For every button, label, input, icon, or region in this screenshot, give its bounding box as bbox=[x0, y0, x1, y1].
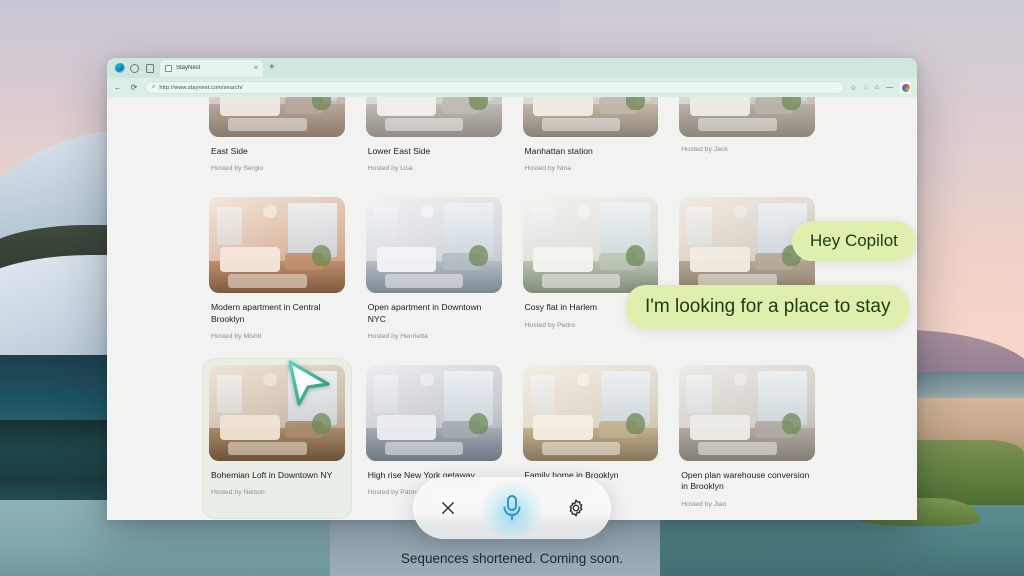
back-button[interactable]: ← bbox=[113, 83, 123, 92]
edge-logo-icon bbox=[112, 59, 127, 77]
listing-title: East Side bbox=[211, 146, 248, 156]
tab-close-icon[interactable]: × bbox=[254, 65, 258, 72]
listing-host: Hosted by Nina bbox=[524, 165, 571, 173]
listing-title: Manhattan station bbox=[524, 146, 593, 156]
listing-thumbnail bbox=[679, 97, 815, 137]
listing-thumbnail bbox=[522, 97, 659, 137]
listing-host: Hosted by Henrietta bbox=[367, 333, 428, 341]
reload-button[interactable]: ⟳ bbox=[129, 83, 139, 92]
new-tab-button[interactable]: + bbox=[269, 63, 275, 73]
listing-thumbnail bbox=[365, 197, 502, 294]
listing-card[interactable]: Hosted by Jack bbox=[673, 97, 821, 182]
listing-thumbnail bbox=[522, 365, 659, 462]
listing-title: Lower East Side bbox=[367, 146, 431, 156]
listing-card[interactable]: Modern apartment in Central Brooklyn Host… bbox=[203, 191, 351, 350]
tab-title: StayNest bbox=[176, 65, 201, 71]
gear-icon[interactable] bbox=[563, 495, 589, 521]
browser-tabstrip: StayNest × + bbox=[107, 58, 917, 78]
listing-host: Hosted by Lisa bbox=[367, 165, 413, 173]
listing-card[interactable]: East Side Hosted by Sergio bbox=[203, 97, 351, 182]
copilot-sidebar-icon[interactable] bbox=[127, 59, 142, 77]
listing-card[interactable]: Open apartment in Downtown NYC Hosted by … bbox=[360, 191, 508, 350]
listing-card[interactable]: Manhattan station Hosted by Nina bbox=[517, 97, 665, 182]
listing-title: Bohemian Loft in Downtown NY bbox=[211, 470, 333, 481]
profile-avatar[interactable] bbox=[900, 82, 911, 93]
more-options-icon[interactable]: — bbox=[886, 84, 893, 91]
microphone-icon[interactable] bbox=[482, 478, 542, 538]
listing-thumbnail bbox=[522, 197, 659, 294]
search-icon: ⌕ bbox=[152, 84, 156, 90]
video-caption: Sequences shortened. Coming soon. bbox=[400, 551, 624, 566]
listing-title: Open apartment in Downtown NYC bbox=[367, 302, 482, 324]
split-screen-icon[interactable]: ⌂ bbox=[875, 84, 879, 91]
listing-title: Modern apartment in Central Brooklyn bbox=[211, 302, 321, 324]
listing-host: Hosted by Sergio bbox=[211, 165, 264, 173]
mouse-cursor bbox=[284, 358, 336, 410]
listing-host: Hosted by Nelson bbox=[211, 489, 265, 497]
tab-actions-icon[interactable] bbox=[142, 59, 157, 77]
assistant-bubble-user-utterance: I'm looking for a place to stay bbox=[626, 285, 910, 329]
address-bar[interactable]: ⌕ http://www.staynest.com/search/ bbox=[145, 81, 845, 94]
favorite-star-icon[interactable]: ☆ bbox=[850, 84, 856, 92]
listing-thumbnail bbox=[209, 97, 345, 137]
collections-icon[interactable]: ◌ bbox=[864, 84, 868, 91]
listing-host: Hosted by Jack bbox=[681, 146, 728, 153]
tab-favicon-icon bbox=[165, 64, 172, 72]
listing-host: Hosted by Mishti bbox=[211, 333, 262, 341]
browser-tab-staynest[interactable]: StayNest × bbox=[160, 59, 263, 77]
toolbar-right-group: ☆ ◌ ⌂ — bbox=[850, 82, 911, 93]
listing-card[interactable]: Open plan warehouse conversion in Brookl… bbox=[673, 359, 821, 518]
listing-title: Open plan warehouse conversion in Brookl… bbox=[681, 470, 810, 492]
close-icon[interactable] bbox=[435, 495, 461, 521]
listing-thumbnail bbox=[365, 97, 502, 137]
listing-thumbnail bbox=[679, 365, 815, 462]
address-bar-url: http://www.staynest.com/search/ bbox=[159, 84, 243, 91]
browser-toolbar: ← ⟳ ⌕ http://www.staynest.com/search/ ☆ … bbox=[107, 78, 917, 97]
listing-thumbnail bbox=[209, 197, 345, 294]
listing-host: Hosted by Jiao bbox=[681, 500, 727, 508]
listing-thumbnail bbox=[365, 365, 502, 462]
assistant-control-bar bbox=[413, 477, 611, 539]
listing-card[interactable]: Lower East Side Hosted by Lisa bbox=[360, 97, 508, 182]
assistant-bubble-wake-word: Hey Copilot bbox=[792, 221, 916, 261]
